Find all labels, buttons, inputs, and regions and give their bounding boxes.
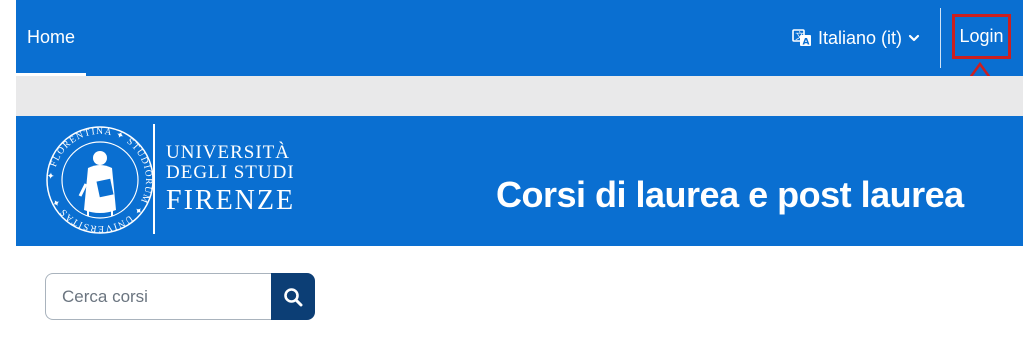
search-input[interactable] bbox=[45, 273, 271, 320]
search-icon bbox=[284, 287, 303, 306]
university-logo-text: UNIVERSITÀ DEGLI STUDI FIRENZE bbox=[166, 143, 295, 217]
top-navbar: Home 文 A Italiano (it) Login bbox=[16, 0, 1023, 76]
breadcrumb-bar bbox=[16, 76, 1023, 116]
logo-line-1: UNIVERSITÀ bbox=[166, 142, 290, 163]
login-label: Login bbox=[959, 26, 1004, 46]
nav-home-link[interactable]: Home bbox=[16, 0, 86, 76]
translate-icon: 文 A bbox=[792, 29, 811, 48]
language-label: Italiano (it) bbox=[818, 27, 903, 48]
login-button[interactable]: Login bbox=[952, 14, 1011, 59]
header-banner: ✦ FLORENTINA ✦ STUDIORUM ✦ UNIVERSITAS ✦… bbox=[16, 116, 1023, 246]
logo-line-3: FIRENZE bbox=[166, 185, 296, 216]
chevron-down-icon bbox=[908, 34, 920, 42]
svg-text:A: A bbox=[803, 38, 810, 48]
university-seal-logo[interactable]: ✦ FLORENTINA ✦ STUDIORUM ✦ UNIVERSITAS ✦ bbox=[44, 124, 156, 236]
logo-line-2: DEGLI STUDI bbox=[166, 162, 295, 183]
logo-divider bbox=[153, 124, 155, 234]
nav-divider bbox=[940, 8, 941, 68]
nav-home-label: Home bbox=[26, 27, 75, 47]
language-selector[interactable]: 文 A Italiano (it) bbox=[792, 0, 920, 76]
page-title: Corsi di laurea e post laurea bbox=[496, 174, 964, 215]
search-button[interactable] bbox=[271, 273, 315, 320]
